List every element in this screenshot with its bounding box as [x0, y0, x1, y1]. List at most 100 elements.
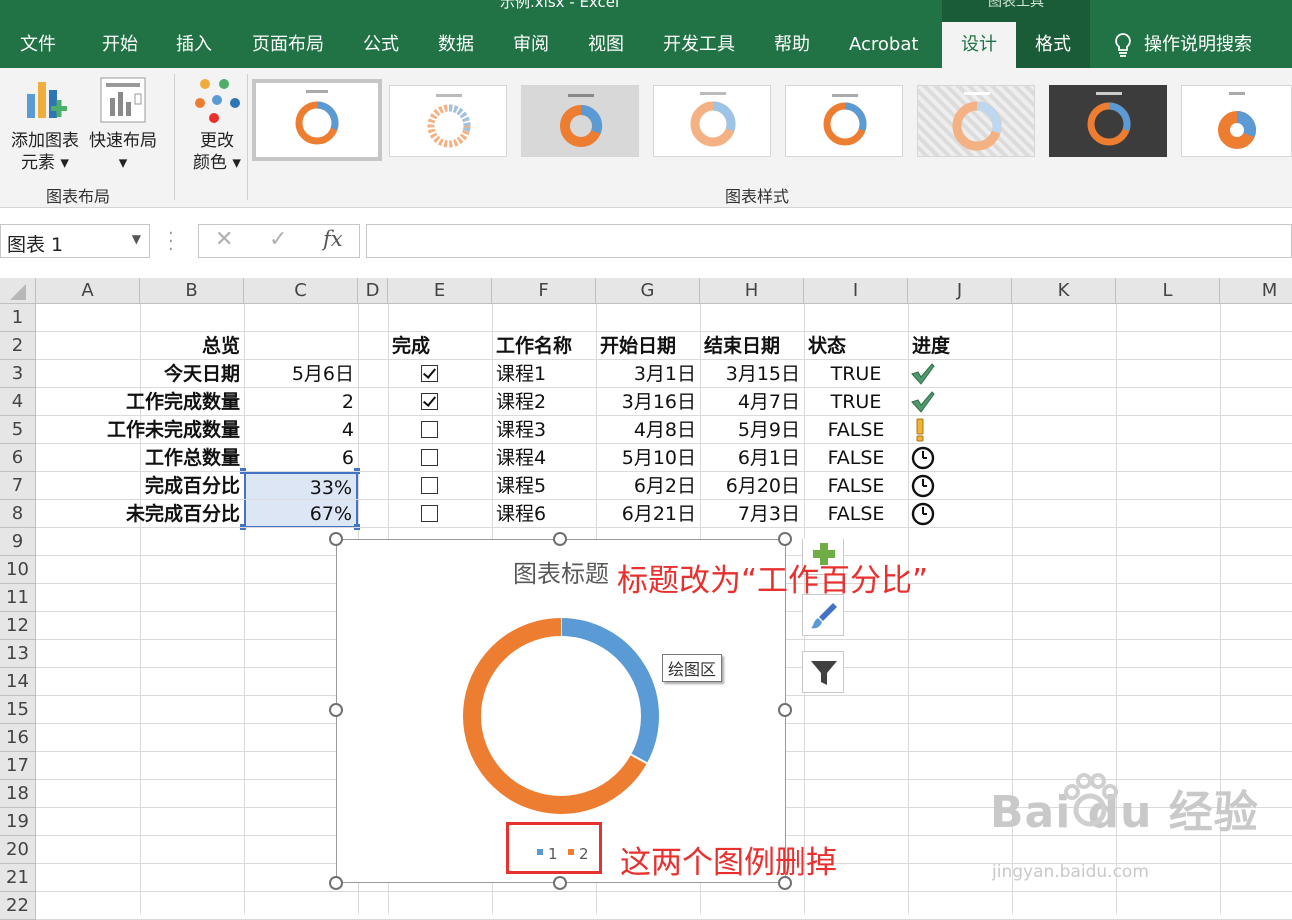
done-checkbox[interactable]	[421, 449, 438, 466]
done-checkbox[interactable]	[421, 505, 438, 522]
chart-style-7[interactable]	[1049, 85, 1167, 157]
resize-handle[interactable]	[778, 703, 792, 717]
resize-handle[interactable]	[553, 532, 567, 546]
row-header[interactable]: 17	[0, 752, 36, 780]
summary-value-selected[interactable]: 67%	[244, 500, 358, 528]
row-header[interactable]: 6	[0, 444, 36, 472]
chart-style-3[interactable]	[521, 85, 639, 157]
row-header[interactable]: 1	[0, 304, 36, 332]
table-header-done[interactable]: 完成	[388, 332, 492, 360]
task-cell-status[interactable]: FALSE	[804, 472, 908, 500]
task-cell-name[interactable]: 课程6	[492, 500, 596, 528]
task-cell-end[interactable]: 6月20日	[700, 472, 804, 500]
tab-insert[interactable]: 插入	[176, 22, 212, 68]
summary-value[interactable]: 5月6日	[244, 360, 358, 388]
donut-slice[interactable]	[560, 618, 659, 764]
tab-home[interactable]: 开始	[102, 22, 138, 68]
task-cell-end[interactable]: 5月9日	[700, 416, 804, 444]
task-cell-start[interactable]: 3月16日	[596, 388, 700, 416]
summary-label[interactable]: 今天日期	[36, 360, 244, 388]
summary-value-selected[interactable]: 33%	[244, 472, 358, 500]
row-header[interactable]: 11	[0, 584, 36, 612]
task-cell-start[interactable]: 6月2日	[596, 472, 700, 500]
more-options-icon[interactable]: · · ·	[168, 225, 174, 259]
summary-label[interactable]: 工作完成数量	[36, 388, 244, 416]
summary-value[interactable]: 6	[244, 444, 358, 472]
table-header-name[interactable]: 工作名称	[492, 332, 596, 360]
row-header[interactable]: 20	[0, 836, 36, 864]
quick-layout-button[interactable]: 快速布局 ▾	[86, 76, 160, 174]
column-header[interactable]: F	[492, 278, 596, 304]
summary-value[interactable]: 4	[244, 416, 358, 444]
change-colors-button[interactable]: 更改 颜色 ▾	[184, 76, 250, 174]
tab-review[interactable]: 审阅	[513, 22, 549, 68]
task-cell-name[interactable]: 课程1	[492, 360, 596, 388]
summary-label[interactable]: 完成百分比	[36, 472, 244, 500]
task-cell-status[interactable]: FALSE	[804, 444, 908, 472]
column-header[interactable]: G	[596, 278, 700, 304]
row-header[interactable]: 4	[0, 388, 36, 416]
tab-format[interactable]: 格式	[1016, 22, 1090, 68]
row-header[interactable]: 12	[0, 612, 36, 640]
resize-handle[interactable]	[329, 703, 343, 717]
chart-style-5[interactable]	[785, 85, 903, 157]
row-header[interactable]: 15	[0, 696, 36, 724]
table-header-end[interactable]: 结束日期	[700, 332, 804, 360]
resize-handle[interactable]	[553, 876, 567, 890]
task-cell-end[interactable]: 4月7日	[700, 388, 804, 416]
row-header[interactable]: 2	[0, 332, 36, 360]
row-header[interactable]: 7	[0, 472, 36, 500]
row-header[interactable]: 8	[0, 500, 36, 528]
chart-style-1[interactable]	[252, 79, 382, 161]
summary-header[interactable]: 总览	[140, 332, 244, 360]
tab-developer[interactable]: 开发工具	[663, 22, 735, 68]
column-header[interactable]: D	[358, 278, 388, 304]
task-cell-status[interactable]: FALSE	[804, 416, 908, 444]
chart-style-8[interactable]	[1181, 85, 1292, 157]
cancel-icon[interactable]: ✕	[215, 227, 233, 252]
row-header[interactable]: 3	[0, 360, 36, 388]
task-cell-name[interactable]: 课程5	[492, 472, 596, 500]
select-all-corner[interactable]	[0, 278, 36, 304]
enter-icon[interactable]: ✓	[269, 227, 287, 252]
row-header[interactable]: 19	[0, 808, 36, 836]
table-header-status[interactable]: 状态	[804, 332, 908, 360]
tab-acrobat[interactable]: Acrobat	[849, 22, 918, 68]
row-header[interactable]: 18	[0, 780, 36, 808]
chevron-down-icon[interactable]: ▼	[132, 232, 141, 246]
tab-file[interactable]: 文件	[20, 22, 56, 68]
tab-data[interactable]: 数据	[438, 22, 474, 68]
tab-formulas[interactable]: 公式	[363, 22, 399, 68]
row-header[interactable]: 5	[0, 416, 36, 444]
add-chart-element-button[interactable]: 添加图表 元素 ▾	[6, 76, 84, 174]
insert-function-icon[interactable]: fx	[323, 227, 343, 251]
tab-help[interactable]: 帮助	[774, 22, 810, 68]
column-header[interactable]: J	[908, 278, 1012, 304]
tab-page-layout[interactable]: 页面布局	[252, 22, 324, 68]
done-checkbox[interactable]	[421, 365, 438, 382]
task-cell-status[interactable]: FALSE	[804, 500, 908, 528]
chart-title[interactable]: 图表标题	[513, 560, 609, 588]
summary-label[interactable]: 未完成百分比	[36, 500, 244, 528]
task-cell-status[interactable]: TRUE	[804, 360, 908, 388]
chart-styles-button[interactable]	[802, 594, 844, 636]
chart-style-4[interactable]	[653, 85, 771, 157]
task-cell-start[interactable]: 3月1日	[596, 360, 700, 388]
resize-handle[interactable]	[778, 532, 792, 546]
task-cell-end[interactable]: 7月3日	[700, 500, 804, 528]
row-header[interactable]: 14	[0, 668, 36, 696]
summary-label[interactable]: 工作未完成数量	[36, 416, 244, 444]
row-header[interactable]: 16	[0, 724, 36, 752]
task-cell-status[interactable]: TRUE	[804, 388, 908, 416]
summary-label[interactable]: 工作总数量	[36, 444, 244, 472]
column-header[interactable]: L	[1116, 278, 1220, 304]
resize-handle[interactable]	[329, 876, 343, 890]
task-cell-start[interactable]: 4月8日	[596, 416, 700, 444]
tell-me-search[interactable]: 操作说明搜索	[1112, 22, 1252, 68]
done-checkbox[interactable]	[421, 421, 438, 438]
chart-filters-button[interactable]	[802, 651, 844, 693]
task-cell-start[interactable]: 5月10日	[596, 444, 700, 472]
row-header[interactable]: 22	[0, 892, 36, 920]
column-header[interactable]: M	[1220, 278, 1292, 304]
table-header-start[interactable]: 开始日期	[596, 332, 700, 360]
